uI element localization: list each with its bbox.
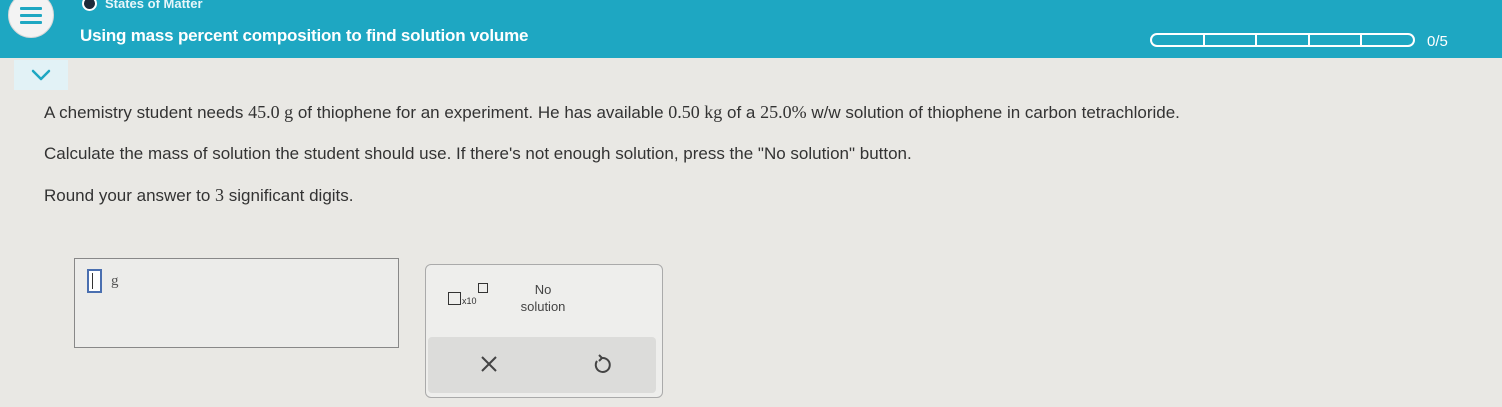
answer-input[interactable] bbox=[87, 269, 102, 293]
hamburger-icon bbox=[20, 6, 42, 10]
progress-bar bbox=[1150, 33, 1415, 47]
progress-segment bbox=[1152, 35, 1205, 45]
progress-segment bbox=[1310, 35, 1363, 45]
unit-label: g bbox=[111, 273, 119, 289]
progress-segment bbox=[1362, 35, 1413, 45]
chevron-down-icon bbox=[31, 69, 51, 81]
menu-button[interactable] bbox=[8, 0, 54, 38]
topic-breadcrumb: States of Matter bbox=[82, 0, 203, 11]
question-paragraph-3: Round your answer to 3 significant digit… bbox=[44, 185, 354, 205]
no-solution-button[interactable]: No solution bbox=[516, 281, 570, 315]
exponent-box-icon bbox=[478, 283, 488, 293]
question-paragraph-2: Calculate the mass of solution the stude… bbox=[44, 144, 912, 163]
x10-label: x10 bbox=[462, 296, 477, 306]
topic-label: States of Matter bbox=[105, 0, 203, 11]
collapse-button[interactable] bbox=[14, 60, 68, 90]
page-title: Using mass percent composition to find s… bbox=[80, 26, 529, 45]
tool-actions bbox=[428, 337, 656, 393]
question-text: A chemistry student needs 45.0 g of thio… bbox=[44, 100, 1494, 225]
top-bar: States of Matter Using mass percent comp… bbox=[0, 0, 1502, 58]
tool-panel: x10 No solution bbox=[425, 264, 663, 398]
progress-segment bbox=[1257, 35, 1310, 45]
question-paragraph-1: A chemistry student needs 45.0 g of thio… bbox=[44, 102, 1180, 122]
answer-area: g bbox=[74, 258, 399, 348]
dot-icon bbox=[82, 0, 97, 11]
progress-count: 0/5 bbox=[1427, 33, 1448, 50]
base-box-icon bbox=[448, 292, 461, 305]
clear-button[interactable] bbox=[478, 353, 500, 375]
progress-segment bbox=[1205, 35, 1258, 45]
undo-button[interactable] bbox=[590, 353, 614, 377]
scientific-notation-button[interactable]: x10 bbox=[448, 283, 496, 311]
